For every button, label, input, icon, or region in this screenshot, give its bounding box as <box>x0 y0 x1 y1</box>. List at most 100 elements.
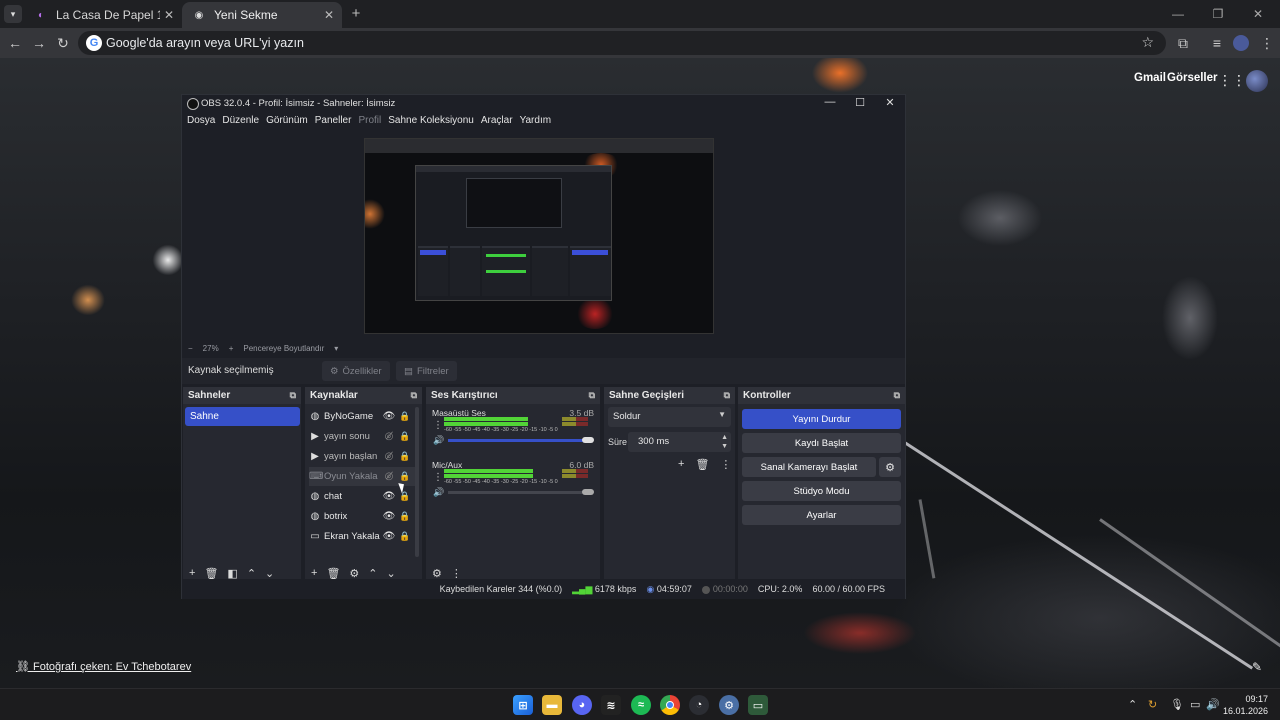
zoom-out-button[interactable]: − <box>188 344 193 353</box>
source-row[interactable]: ▶ yayın sonu ◎̸ 🔒 <box>309 427 417 446</box>
source-row[interactable]: ◍ botrix 👁 🔒 <box>309 507 417 526</box>
add-scene-icon[interactable]: + <box>189 567 195 579</box>
lock-icon[interactable]: 🔒 <box>398 471 412 482</box>
source-row[interactable]: ◍ ByNoGame 👁 🔒 <box>309 407 417 426</box>
speaker-icon[interactable]: 🔊 <box>433 487 444 498</box>
lock-icon[interactable]: 🔒 <box>398 431 412 442</box>
lock-icon[interactable]: 🔒 <box>398 411 412 422</box>
eye-icon[interactable]: 👁 <box>380 511 398 522</box>
windows-start-icon[interactable]: ⊞ <box>513 695 533 715</box>
advanced-audio-gear-icon[interactable]: ⚙ <box>432 567 442 580</box>
bookmark-star-icon[interactable]: ☆ <box>1141 34 1154 51</box>
sources-scrollbar[interactable] <box>415 407 419 557</box>
tray-network-icon[interactable]: ▭ <box>1190 698 1200 711</box>
game-bar-icon[interactable]: ▭ <box>748 695 768 715</box>
restore-icon[interactable]: ❐ <box>1198 0 1238 28</box>
mixer-menu-icon[interactable]: ⋮ <box>451 567 462 580</box>
eye-hidden-icon[interactable]: ◎̸ <box>380 451 398 462</box>
address-bar[interactable]: G Google'da arayın veya URL'yi yazın ☆ <box>78 31 1166 55</box>
close-icon[interactable]: ✕ <box>876 96 904 112</box>
volume-slider[interactable] <box>448 491 588 494</box>
lock-icon[interactable]: 🔒 <box>398 531 412 542</box>
images-link[interactable]: Görseller <box>1167 72 1218 84</box>
volume-knob[interactable] <box>582 489 594 495</box>
lock-icon[interactable]: 🔒 <box>398 451 412 462</box>
dock-popout-icon[interactable]: ⧉ <box>411 390 417 401</box>
eye-icon[interactable]: 👁 <box>380 491 398 502</box>
tab-search-button[interactable]: ▾ <box>4 5 22 23</box>
eye-hidden-icon[interactable]: ◎̸ <box>380 471 398 482</box>
duration-spinbox[interactable]: 300 ms ▲ ▼ <box>628 432 731 452</box>
tab-new-tab[interactable]: ◉ Yeni Sekme ✕ <box>182 2 342 28</box>
remove-transition-icon[interactable]: 🗑 <box>695 458 709 471</box>
settings-button[interactable]: Ayarlar <box>742 505 901 525</box>
channel-menu-icon[interactable]: ⋮ <box>433 472 443 483</box>
photo-credit-link[interactable]: ⛓ Fotoğrafı çeken: Ev Tchebotarev <box>16 660 191 673</box>
transition-menu-icon[interactable]: ⋮ <box>720 458 731 471</box>
studio-mode-button[interactable]: Stüdyo Modu <box>742 481 901 501</box>
move-up-icon[interactable]: ⌃ <box>368 567 377 580</box>
extensions-puzzle-icon[interactable]: ⧉ <box>1172 33 1194 53</box>
back-arrow-icon[interactable]: ← <box>4 33 26 53</box>
close-tab-icon[interactable]: ✕ <box>160 8 178 22</box>
remove-scene-icon[interactable]: 🗑 <box>204 567 218 580</box>
close-window-icon[interactable]: ✕ <box>1238 0 1278 28</box>
menu-yardim[interactable]: Yardım <box>520 115 552 131</box>
source-row[interactable]: ▶ yayın başlan ◎̸ 🔒 <box>309 447 417 466</box>
virtual-camera-gear-icon[interactable]: ⚙ <box>879 457 901 477</box>
minimize-icon[interactable]: — <box>1158 0 1198 28</box>
media-controls-icon[interactable]: ≡ <box>1206 33 1228 53</box>
reload-icon[interactable]: ↻ <box>52 33 74 53</box>
minimize-icon[interactable]: — <box>816 96 844 112</box>
gmail-link[interactable]: Gmail <box>1134 72 1166 84</box>
add-transition-icon[interactable]: + <box>678 458 684 471</box>
menu-duzenle[interactable]: Düzenle <box>222 115 259 131</box>
settings-gear-app-icon[interactable]: ⚙ <box>719 695 739 715</box>
spotify-icon[interactable]: ≈ <box>631 695 651 715</box>
scene-item-sahne[interactable]: Sahne <box>185 407 300 426</box>
move-up-icon[interactable]: ⌃ <box>247 567 256 580</box>
lock-icon[interactable]: 🔒 <box>398 491 412 502</box>
menu-profil[interactable]: Profil <box>358 115 381 131</box>
close-tab-icon[interactable]: ✕ <box>320 8 338 22</box>
menu-gorunum[interactable]: Görünüm <box>266 115 308 131</box>
eye-hidden-icon[interactable]: ◎̸ <box>380 431 398 442</box>
transition-select[interactable]: Soldur ▼ <box>608 407 731 427</box>
new-tab-plus-icon[interactable]: + <box>346 4 366 24</box>
volume-slider[interactable] <box>448 439 588 442</box>
eye-icon[interactable]: 👁 <box>380 411 398 422</box>
terminal-app-icon[interactable]: ≋ <box>601 695 621 715</box>
source-settings-gear-icon[interactable]: ⚙ <box>349 567 359 580</box>
eye-icon[interactable]: 👁 <box>380 531 398 542</box>
system-clock[interactable]: 09:17 16.01.2026 <box>1223 693 1268 717</box>
dock-popout-icon[interactable]: ⧉ <box>290 390 296 401</box>
dock-popout-icon[interactable]: ⧉ <box>894 390 900 401</box>
tray-volume-icon[interactable]: 🔊 <box>1206 698 1220 711</box>
account-avatar[interactable] <box>1246 70 1268 92</box>
menu-sahne-koleksiyonu[interactable]: Sahne Koleksiyonu <box>388 115 474 131</box>
add-source-icon[interactable]: + <box>311 567 317 579</box>
menu-araclar[interactable]: Araçlar <box>481 115 513 131</box>
tray-mic-icon[interactable]: 🎙 <box>1170 698 1184 711</box>
profile-avatar-icon[interactable] <box>1230 33 1252 53</box>
tab-la-casa-de-papel[interactable]: ◐ La Casa De Papel 1.Sezon 4.Bölüm ✕ <box>24 2 182 28</box>
discord-icon[interactable]: ◕ <box>572 695 592 715</box>
obs-preview-canvas[interactable] <box>364 138 714 334</box>
stop-stream-button[interactable]: Yayını Durdur <box>742 409 901 429</box>
zoom-in-button[interactable]: + <box>229 344 234 353</box>
kebab-menu-icon[interactable]: ⋮ <box>1256 33 1278 53</box>
file-explorer-icon[interactable]: ▬ <box>542 695 562 715</box>
properties-button[interactable]: ⚙ Özellikler <box>322 361 390 381</box>
spinner-arrows-icon[interactable]: ▲ ▼ <box>721 433 728 451</box>
obs-studio-icon[interactable]: ◔ <box>689 695 709 715</box>
dock-popout-icon[interactable]: ⧉ <box>724 390 730 401</box>
filters-button[interactable]: ▤ Filtreler <box>396 361 457 381</box>
start-virtual-camera-button[interactable]: Sanal Kamerayı Başlat <box>742 457 876 477</box>
forward-arrow-icon[interactable]: → <box>28 33 50 53</box>
channel-menu-icon[interactable]: ⋮ <box>433 420 443 431</box>
tray-chevron-up-icon[interactable]: ⌃ <box>1128 698 1137 711</box>
start-recording-button[interactable]: Kaydı Başlat <box>742 433 901 453</box>
scene-filters-icon[interactable]: ◧ <box>227 567 237 580</box>
lock-icon[interactable]: 🔒 <box>398 511 412 522</box>
volume-knob[interactable] <box>582 437 594 443</box>
